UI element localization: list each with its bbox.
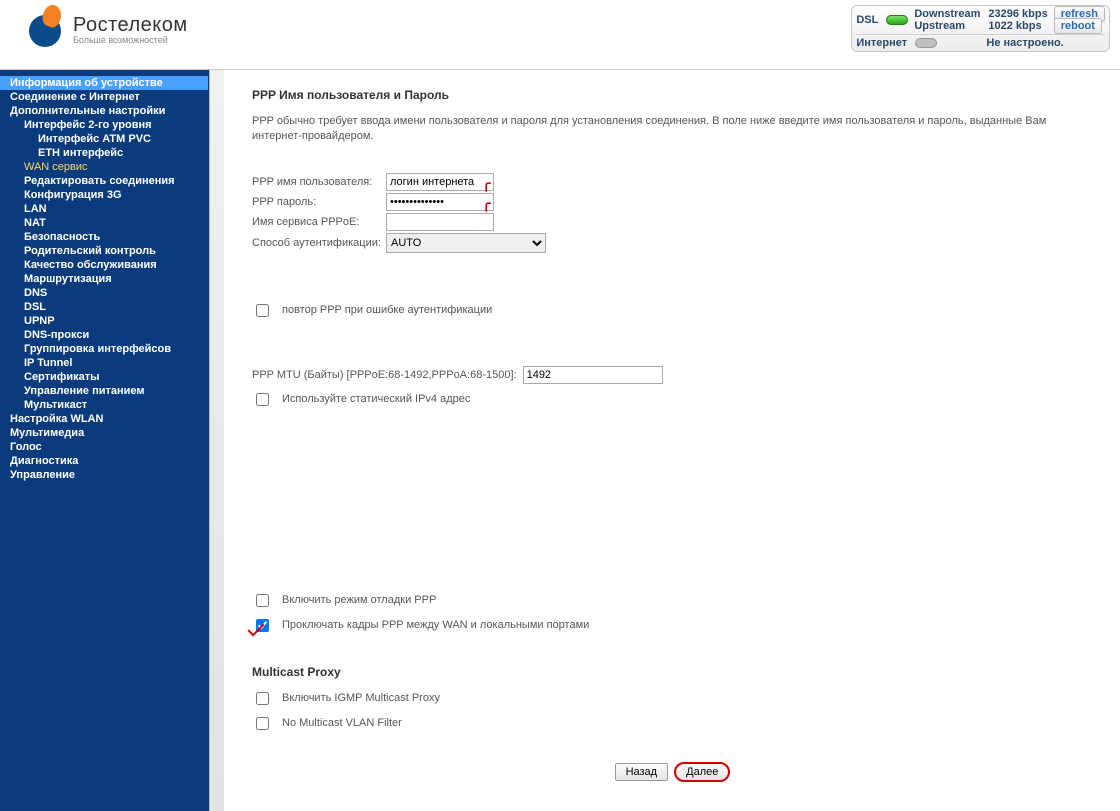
sidebar-item[interactable]: Редактировать соединения (0, 174, 208, 188)
sidebar-item[interactable]: Безопасность (0, 230, 208, 244)
sidebar-item[interactable]: Конфигурация 3G (0, 188, 208, 202)
sidebar-item[interactable]: Соединение с Интернет (0, 90, 208, 104)
sidebar-item[interactable]: Управление питанием (0, 384, 208, 398)
sidebar-item[interactable]: Диагностика (0, 454, 208, 468)
upstream-value: 1022 kbps (988, 20, 1041, 32)
sidebar-item[interactable]: Настройка WLAN (0, 412, 208, 426)
sidebar-item[interactable]: Маршрутизация (0, 272, 208, 286)
novlan-label: No Multicast VLAN Filter (282, 717, 402, 729)
brand-subtitle: Больше возможностей (73, 36, 188, 46)
username-label: PPP имя пользователя: (252, 176, 386, 188)
retry-label: повтор PPP при ошибке аутентификации (282, 304, 492, 316)
back-button[interactable]: Назад (615, 763, 669, 781)
downstream-value: 23296 kbps (988, 8, 1047, 20)
sidebar-item[interactable]: Сертификаты (0, 370, 208, 384)
reboot-button[interactable]: reboot (1054, 18, 1102, 34)
igmp-checkbox[interactable] (256, 692, 269, 705)
sidebar-item[interactable]: WAN сервис (0, 160, 208, 174)
sidebar: Информация об устройствеСоединение с Инт… (0, 70, 224, 811)
next-button[interactable]: Далее (675, 763, 729, 781)
multicast-heading: Multicast Proxy (252, 665, 1092, 679)
logo-icon (25, 5, 65, 55)
mtu-label: PPP MTU (Байты) [PPPoE:68-1492,PPPoA:68-… (252, 369, 517, 381)
auth-select[interactable]: AUTO (386, 233, 546, 253)
sidebar-item[interactable]: UPNP (0, 314, 208, 328)
sidebar-item[interactable]: Управление (0, 468, 208, 482)
novlan-checkbox[interactable] (256, 717, 269, 730)
brand-logo: Ростелеком Больше возможностей (25, 5, 188, 55)
internet-led-icon (915, 38, 937, 48)
password-label: PPP пароль: (252, 196, 386, 208)
retry-checkbox[interactable] (256, 304, 269, 317)
username-input[interactable] (386, 173, 494, 191)
status-panel: DSL Downstream Upstream 23296 kbps 1022 … (851, 5, 1110, 52)
upstream-label: Upstream (914, 20, 967, 32)
password-input[interactable] (386, 193, 494, 211)
sidebar-item[interactable]: Дополнительные настройки (0, 104, 208, 118)
sidebar-item[interactable]: Группировка интерфейсов (0, 342, 208, 356)
bridge-checkbox[interactable] (256, 619, 269, 632)
sidebar-item[interactable]: ETH интерфейс (0, 146, 208, 160)
sidebar-item[interactable]: Мультимедиа (0, 426, 208, 440)
page-intro: PPP обычно требует ввода имени пользоват… (252, 114, 1092, 145)
igmp-label: Включить IGMP Multicast Proxy (282, 692, 440, 704)
sidebar-item[interactable]: Информация об устройстве (0, 76, 208, 90)
sidebar-item[interactable]: Голос (0, 440, 208, 454)
header: Ростелеком Больше возможностей DSL Downs… (0, 0, 1120, 70)
internet-value: Не настроено. (945, 37, 1105, 49)
sidebar-item[interactable]: NAT (0, 216, 208, 230)
sidebar-item[interactable]: DNS-прокси (0, 328, 208, 342)
dsl-label: DSL (856, 14, 880, 26)
sidebar-item[interactable]: Родительский контроль (0, 244, 208, 258)
bridge-label: Проключать кадры PPP между WAN и локальн… (282, 619, 589, 631)
page-title: PPP Имя пользователя и Пароль (252, 88, 1092, 102)
sidebar-item[interactable]: Интерфейс 2-го уровня (0, 118, 208, 132)
brand-title: Ростелеком (73, 14, 188, 36)
internet-label: Интернет (856, 37, 907, 49)
sidebar-item[interactable]: Мультикаст (0, 398, 208, 412)
service-input[interactable] (386, 213, 494, 231)
sidebar-item[interactable]: IP Tunnel (0, 356, 208, 370)
auth-label: Способ аутентификации: (252, 237, 386, 249)
service-label: Имя сервиса PPPoE: (252, 216, 386, 228)
sidebar-item[interactable]: Качество обслуживания (0, 258, 208, 272)
sidebar-item[interactable]: DSL (0, 300, 208, 314)
static-ipv4-checkbox[interactable] (256, 393, 269, 406)
sidebar-item[interactable]: Интерфейс ATM PVC (0, 132, 208, 146)
sidebar-item[interactable]: LAN (0, 202, 208, 216)
debug-label: Включить режим отладки PPP (282, 594, 436, 606)
dsl-led-icon (886, 15, 908, 25)
debug-checkbox[interactable] (256, 594, 269, 607)
downstream-label: Downstream (914, 8, 982, 20)
static-ipv4-label: Используйте статический IPv4 адрес (282, 393, 470, 405)
sidebar-item[interactable]: DNS (0, 286, 208, 300)
main-content: PPP Имя пользователя и Пароль PPP обычно… (224, 70, 1120, 811)
mtu-input[interactable] (523, 366, 663, 384)
